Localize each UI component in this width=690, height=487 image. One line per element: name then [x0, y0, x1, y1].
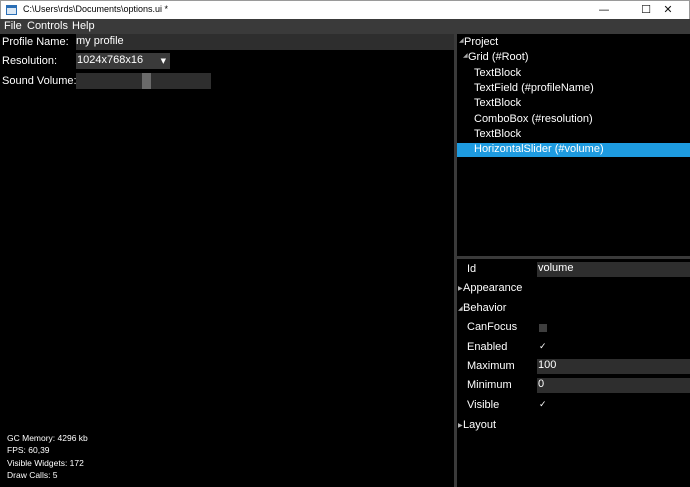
design-canvas[interactable]: Profile Name: my profile Resolution: 102… [0, 34, 454, 487]
profile-name-value: my profile [76, 35, 124, 47]
expanded-arrow-icon[interactable]: ◢ [463, 52, 468, 59]
check-icon: ✓ [539, 400, 547, 410]
close-button[interactable]: ✕ [645, 1, 690, 19]
canfocus-checkbox[interactable] [539, 324, 547, 332]
collapsed-arrow-icon[interactable]: ▶ [458, 285, 463, 292]
tree-item[interactable]: TextField (#profileName) [457, 82, 690, 96]
id-field[interactable]: volume [537, 262, 690, 277]
properties-panel: Id volume ▶ Appearance ◢ Behavior CanFoc… [457, 259, 690, 487]
tree-item[interactable]: TextBlock [457, 128, 690, 142]
fps-stat: FPS: 60,39 [7, 445, 50, 456]
window-title: C:\Users\rds\Documents\options.ui * [23, 4, 169, 14]
maximum-value: 100 [538, 359, 557, 371]
check-icon: ✓ [539, 342, 547, 352]
menu-help[interactable]: Help [72, 20, 95, 32]
enabled-label: Enabled [467, 341, 508, 353]
stats-overlay: GC Memory: 4296 kb FPS: 60,39 Visible Wi… [7, 432, 88, 482]
gc-memory-stat: GC Memory: 4296 kb [7, 433, 88, 443]
tree-item-label: TextBlock [474, 128, 522, 140]
minimum-value: 0 [538, 378, 545, 390]
collapsed-arrow-icon[interactable]: ▶ [458, 422, 463, 429]
profile-name-label: Profile Name: [2, 36, 69, 48]
tree-item-label: Project [464, 36, 499, 48]
id-label: Id [467, 263, 477, 275]
resolution-label: Resolution: [2, 55, 58, 67]
visible-checkbox[interactable]: ✓ [539, 400, 547, 410]
expanded-arrow-icon[interactable]: ◢ [459, 37, 464, 44]
maximum-label: Maximum [467, 360, 515, 372]
project-tree: ◢ Project ◢ Grid (#Root) TextBlock TextF… [457, 34, 690, 256]
maximum-field[interactable]: 100 [537, 359, 690, 374]
tree-item-label: Grid (#Root) [468, 51, 529, 63]
expanded-arrow-icon[interactable]: ◢ [458, 305, 463, 312]
app-icon [6, 5, 17, 15]
tree-item[interactable]: TextBlock [457, 97, 690, 111]
tree-item-grid[interactable]: ◢ Grid (#Root) [457, 51, 690, 65]
draw-calls-stat: Draw Calls: 5 [7, 470, 58, 481]
tree-item-label: TextField (#profileName) [474, 82, 594, 94]
minimum-label: Minimum [467, 379, 512, 391]
visible-label: Visible [467, 399, 500, 411]
tree-item-label: HorizontalSlider (#volume) [474, 143, 604, 155]
tree-item-label: TextBlock [474, 67, 522, 79]
tree-item[interactable]: ComboBox (#resolution) [457, 113, 690, 127]
tree-item-label: ComboBox (#resolution) [474, 113, 593, 125]
visible-widgets-stat: Visible Widgets: 172 [7, 457, 84, 468]
enabled-checkbox[interactable]: ✓ [539, 342, 547, 352]
section-behavior[interactable]: Behavior [463, 302, 506, 314]
chevron-down-icon: ▼ [160, 57, 166, 65]
tree-item[interactable]: TextBlock [457, 67, 690, 81]
slider-thumb[interactable] [142, 73, 151, 89]
minimum-field[interactable]: 0 [537, 378, 690, 393]
canfocus-label: CanFocus [467, 321, 518, 333]
profile-name-field[interactable]: my profile [76, 34, 454, 50]
id-value: volume [538, 262, 574, 274]
tree-item-project[interactable]: ◢ Project [457, 36, 690, 50]
tree-item-selected[interactable]: HorizontalSlider (#volume) [457, 143, 690, 157]
menu-bar: File Controls Help [0, 19, 690, 34]
sound-volume-label: Sound Volume: [2, 75, 77, 87]
menu-file[interactable]: File [4, 20, 22, 32]
menu-controls[interactable]: Controls [27, 20, 68, 32]
minimize-button[interactable]: — [581, 1, 627, 19]
resolution-combobox[interactable]: 1024x768x16 ▼ [76, 53, 170, 69]
title-bar: C:\Users\rds\Documents\options.ui * — ☐ … [0, 0, 690, 19]
section-layout[interactable]: Layout [463, 419, 496, 431]
resolution-value: 1024x768x16 [77, 54, 144, 66]
sound-volume-slider[interactable] [76, 73, 211, 89]
tree-item-label: TextBlock [474, 97, 522, 109]
section-appearance[interactable]: Appearance [463, 282, 522, 294]
